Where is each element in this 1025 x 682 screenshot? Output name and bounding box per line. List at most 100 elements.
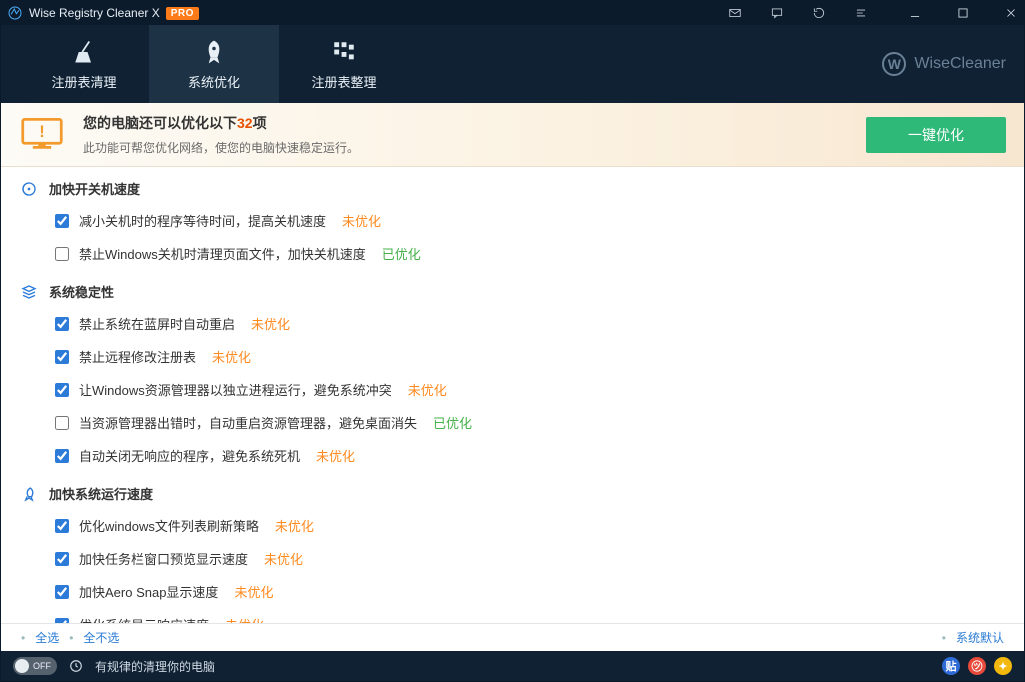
item-status: 已优化 [433,413,472,432]
status-footer: OFF 有规律的清理你的电脑 贴 ㋡ ✦ [1,651,1024,681]
schedule-toggle[interactable]: OFF [13,657,57,675]
item-checkbox[interactable] [55,552,69,566]
social-icon-weibo[interactable]: ㋡ [968,657,986,675]
grid-icon [330,38,358,66]
group-title: 加快系统运行速度 [49,484,153,503]
optimization-item: 优化windows文件列表刷新策略 未优化 [1,509,1024,542]
item-checkbox-label[interactable]: 优化windows文件列表刷新策略 [55,516,259,535]
item-checkbox-label[interactable]: 禁止系统在蓝屏时自动重启 [55,314,235,333]
brand-logo-icon: W [882,52,906,76]
mail-icon[interactable] [728,6,742,20]
tab-label: 注册表整理 [311,72,376,91]
optimization-item: 让Windows资源管理器以独立进程运行，避免系统冲突 未优化 [1,373,1024,406]
brand-text: WiseCleaner [914,55,1006,73]
item-checkbox[interactable] [55,317,69,331]
item-label: 当资源管理器出错时，自动重启资源管理器，避免桌面消失 [79,413,417,432]
item-checkbox-label[interactable]: 加快Aero Snap显示速度 [55,582,218,601]
item-status: 未优化 [342,211,381,230]
monitor-warning-icon: ! [19,115,65,155]
app-title: Wise Registry Cleaner X [29,6,160,20]
item-label: 优化系统显示响应速度 [79,615,209,623]
item-checkbox-label[interactable]: 当资源管理器出错时，自动重启资源管理器，避免桌面消失 [55,413,417,432]
selection-footer: • 全选 • 全不选 • 系统默认 [1,623,1024,651]
item-checkbox-label[interactable]: 减小关机时的程序等待时间，提高关机速度 [55,211,326,230]
item-checkbox-label[interactable]: 加快任务栏窗口预览显示速度 [55,549,248,568]
item-status: 未优化 [212,347,251,366]
optimize-banner: ! 您的电脑还可以优化以下32项 此功能可帮您优化网络，使您的电脑快速稳定运行。… [1,103,1024,167]
close-icon[interactable] [1004,6,1018,20]
item-checkbox-label[interactable]: 优化系统显示响应速度 [55,615,209,623]
item-checkbox[interactable] [55,247,69,261]
item-checkbox[interactable] [55,449,69,463]
optimization-item: 禁止系统在蓝屏时自动重启 未优化 [1,307,1024,340]
item-checkbox-label[interactable]: 让Windows资源管理器以独立进程运行，避免系统冲突 [55,380,392,399]
group-title: 系统稳定性 [49,282,114,301]
refresh-icon[interactable] [812,6,826,20]
optimization-item: 当资源管理器出错时，自动重启资源管理器，避免桌面消失 已优化 [1,406,1024,439]
optimization-item: 自动关闭无响应的程序，避免系统死机 未优化 [1,439,1024,472]
item-status: 未优化 [275,516,314,535]
group-header: 系统稳定性 [1,270,1024,307]
system-defaults-link[interactable]: 系统默认 [956,629,1004,646]
rocket-icon [200,38,228,66]
optimization-item: 禁止远程修改注册表 未优化 [1,340,1024,373]
item-label: 让Windows资源管理器以独立进程运行，避免系统冲突 [79,380,392,399]
minimize-icon[interactable] [908,6,922,20]
banner-headline: 您的电脑还可以优化以下32项 [83,113,866,133]
banner-subtitle: 此功能可帮您优化网络，使您的电脑快速稳定运行。 [83,139,866,156]
schedule-text: 有规律的清理你的电脑 [95,658,215,675]
optimization-item: 减小关机时的程序等待时间，提高关机速度 未优化 [1,204,1024,237]
social-icon-star[interactable]: ✦ [994,657,1012,675]
social-icon-tieba[interactable]: 贴 [942,657,960,675]
item-label: 减小关机时的程序等待时间，提高关机速度 [79,211,326,230]
brand[interactable]: W WiseCleaner [882,25,1006,103]
item-label: 优化windows文件列表刷新策略 [79,516,259,535]
titlebar: Wise Registry Cleaner X PRO [1,1,1024,25]
item-label: 加快任务栏窗口预览显示速度 [79,549,248,568]
group-header: 加快系统运行速度 [1,472,1024,509]
group-icon [21,284,37,300]
item-checkbox-label[interactable]: 自动关闭无响应的程序，避免系统死机 [55,446,300,465]
item-label: 加快Aero Snap显示速度 [79,582,218,601]
item-status: 未优化 [264,549,303,568]
group-icon [21,181,37,197]
optimization-item: 禁止Windows关机时清理页面文件，加快关机速度 已优化 [1,237,1024,270]
item-checkbox[interactable] [55,519,69,533]
optimization-item: 优化系统显示响应速度 未优化 [1,608,1024,623]
group-icon [21,486,37,502]
tab-registry-clean[interactable]: 注册表清理 [19,25,149,103]
clock-icon [69,659,83,673]
optimization-item: 加快任务栏窗口预览显示速度 未优化 [1,542,1024,575]
select-none-link[interactable]: 全不选 [83,629,119,646]
item-checkbox-label[interactable]: 禁止远程修改注册表 [55,347,196,366]
item-status: 未优化 [234,582,273,601]
item-status: 未优化 [316,446,355,465]
select-all-link[interactable]: 全选 [35,629,59,646]
main-nav: 注册表清理 系统优化 注册表整理 W WiseCleaner [1,25,1024,103]
item-status: 未优化 [225,615,264,623]
tab-registry-defrag[interactable]: 注册表整理 [279,25,409,103]
group-title: 加快开关机速度 [49,179,140,198]
tab-label: 系统优化 [188,72,240,91]
tab-label: 注册表清理 [51,72,116,91]
item-label: 禁止Windows关机时清理页面文件，加快关机速度 [79,244,366,263]
optimization-list: 加快开关机速度 减小关机时的程序等待时间，提高关机速度 未优化 禁止Window… [1,167,1024,623]
item-checkbox[interactable] [55,383,69,397]
maximize-icon[interactable] [956,6,970,20]
item-checkbox[interactable] [55,585,69,599]
tab-system-optimize[interactable]: 系统优化 [149,25,279,103]
item-checkbox[interactable] [55,350,69,364]
broom-icon [70,38,98,66]
menu-icon[interactable] [854,6,868,20]
optimize-now-button[interactable]: 一键优化 [866,117,1006,153]
item-label: 禁止系统在蓝屏时自动重启 [79,314,235,333]
item-checkbox-label[interactable]: 禁止Windows关机时清理页面文件，加快关机速度 [55,244,366,263]
item-checkbox[interactable] [55,416,69,430]
item-status: 未优化 [251,314,290,333]
item-checkbox[interactable] [55,214,69,228]
optimization-item: 加快Aero Snap显示速度 未优化 [1,575,1024,608]
item-status: 未优化 [408,380,447,399]
feedback-icon[interactable] [770,6,784,20]
item-status: 已优化 [382,244,421,263]
item-label: 禁止远程修改注册表 [79,347,196,366]
